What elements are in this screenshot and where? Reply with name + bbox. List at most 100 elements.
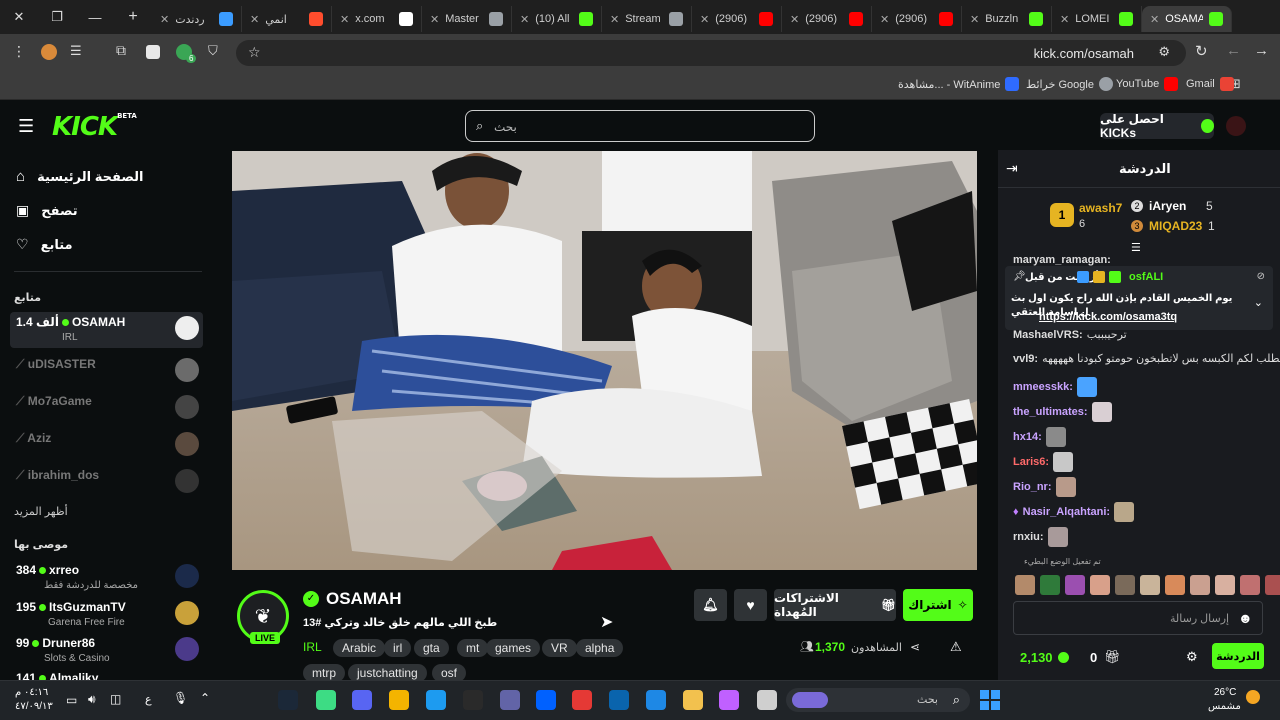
browser-tab[interactable]: ✕ Buzzln — [962, 6, 1052, 32]
emote-icon[interactable] — [1090, 575, 1110, 595]
nav-browse[interactable]: ▣ تصفح — [16, 202, 78, 219]
browser-tab[interactable]: ✕ Stream — [602, 6, 692, 32]
share-icon[interactable]: ⋖ — [910, 640, 920, 654]
search-input[interactable]: ⌕ بحث — [465, 110, 815, 142]
microphone-icon[interactable]: 🎙︎ — [173, 691, 188, 705]
start-button[interactable] — [980, 690, 1000, 710]
emoji-icon[interactable]: ☻ — [1238, 610, 1253, 626]
send-chat-button[interactable]: الدردشة — [1212, 643, 1264, 669]
follow-heart-button[interactable]: ♥ — [734, 589, 767, 621]
minimize-window-icon[interactable]: — — [76, 0, 114, 34]
emote-icon[interactable] — [1240, 575, 1260, 595]
bookmark-gmail[interactable]: Gmail — [1186, 77, 1234, 91]
recommended-item-almaliky[interactable]: 141 Almaliky — [10, 668, 203, 680]
pinned-link[interactable]: https://kick.com/osama3tq — [1039, 311, 1177, 323]
browser-tab[interactable]: ✕ OSAMA — [1142, 6, 1232, 32]
avatar[interactable] — [1226, 116, 1246, 136]
expand-leaderboard-icon[interactable]: ☰ — [1131, 241, 1141, 254]
close-tab-icon[interactable]: ✕ — [430, 13, 439, 26]
app-icon[interactable] — [572, 690, 592, 710]
shield-icon[interactable]: ⛉ — [208, 43, 218, 59]
emote-icon[interactable] — [1165, 575, 1185, 595]
following-item-mo7agame[interactable]: ⟋ Mo7aGame — [10, 391, 203, 427]
outlook-icon[interactable] — [609, 690, 629, 710]
tab-search-icon[interactable]: ☰ — [70, 43, 82, 59]
emote-icon[interactable] — [1040, 575, 1060, 595]
warning-icon[interactable]: ⚠ — [950, 639, 962, 655]
collapse-chat-icon[interactable]: ⇥ — [1006, 160, 1018, 177]
extension-icon[interactable] — [146, 45, 160, 59]
browser-tab[interactable]: ✕ (10) All — [512, 6, 602, 32]
stream-tag[interactable]: Arabic — [333, 639, 386, 657]
emote-icon[interactable] — [1115, 575, 1135, 595]
wifi-icon[interactable]: ◫ — [110, 692, 121, 706]
gift-icon[interactable]: 🎁︎ — [1104, 649, 1121, 665]
browser-tab[interactable]: ✕ (2906) — [692, 6, 782, 32]
notification-bell-button[interactable]: 🔔︎ — [694, 589, 727, 621]
chat-username[interactable]: Laris6: — [1013, 456, 1049, 468]
following-item-ibrahim-dos[interactable]: ⟋ ibrahim_dos — [10, 465, 203, 501]
stream-tag[interactable]: alpha — [576, 639, 624, 657]
stream-tag[interactable]: VR — [542, 639, 577, 657]
close-tab-icon[interactable]: ✕ — [700, 13, 709, 26]
browser-tab[interactable]: ✕ (2906) — [872, 6, 962, 32]
site-settings-icon[interactable]: ⚙ — [1158, 44, 1170, 60]
close-tab-icon[interactable]: ✕ — [520, 13, 529, 26]
video-player[interactable] — [232, 151, 977, 570]
chat-username[interactable]: mmeesskk: — [1013, 381, 1073, 393]
recommended-item-xrreo[interactable]: 384 xrreo مخصصة للدردشة فقط — [10, 560, 203, 596]
gift-subs-button[interactable]: الاشتراكات المُهداة 🎁︎ — [774, 589, 896, 621]
bookmark-star-icon[interactable]: ☆ — [248, 44, 261, 61]
browser-tab[interactable]: ✕ Master — [422, 6, 512, 32]
android-icon[interactable] — [316, 690, 336, 710]
hide-pin-icon[interactable]: ⊘ — [1257, 271, 1265, 282]
file-explorer-icon[interactable] — [683, 690, 703, 710]
forward-icon[interactable]: ← — [1226, 42, 1241, 59]
chat-settings-icon[interactable]: ⚙ — [1186, 649, 1198, 665]
nav-following[interactable]: ♡ متابع — [16, 236, 73, 253]
menu-dots-icon[interactable]: ⋮ — [12, 43, 26, 60]
puzzle-extensions-icon[interactable]: ⧉ — [116, 42, 126, 59]
close-tab-icon[interactable]: ✕ — [790, 13, 799, 26]
close-tab-icon[interactable]: ✕ — [250, 13, 259, 26]
close-tab-icon[interactable]: ✕ — [1060, 13, 1069, 26]
emote-icon[interactable] — [1140, 575, 1160, 595]
copilot-icon[interactable] — [719, 690, 739, 710]
following-item-osamah[interactable]: 1.4 ألف OSAMAH IRL — [10, 312, 203, 348]
browser-tab[interactable]: ✕ x.com — [332, 6, 422, 32]
chat-username[interactable]: vvl9: — [1013, 353, 1038, 365]
address-bar[interactable]: ☆ kick.com/osamah ⚙ — [236, 40, 1186, 66]
close-tab-icon[interactable]: ✕ — [970, 13, 979, 26]
recommended-item-itsguzmantv[interactable]: 195 ItsGuzmanTV Garena Free Fire — [10, 597, 203, 633]
pinned-message[interactable]: 📌︎ أرسلت من قبل osfALI ⊘ يوم الخميس القا… — [1005, 266, 1273, 330]
chat-username[interactable]: Rio_nr: — [1013, 481, 1052, 493]
stream-tag[interactable]: gta — [414, 639, 449, 657]
discord-icon[interactable] — [352, 690, 372, 710]
browser-tab[interactable]: ✕ (2906) — [782, 6, 872, 32]
dropbox-icon[interactable] — [536, 690, 556, 710]
hamburger-menu-icon[interactable]: ☰ — [18, 116, 34, 137]
chat-username[interactable]: Nasir_Alqahtani: — [1023, 506, 1110, 518]
chevron-down-icon[interactable]: ⌄ — [1254, 296, 1263, 309]
chevron-up-icon[interactable]: ⌃ — [200, 691, 210, 705]
emote-icon[interactable] — [1065, 575, 1085, 595]
stream-tag[interactable]: irl — [384, 639, 412, 657]
language-indicator[interactable]: ع — [145, 693, 152, 706]
close-tab-icon[interactable]: ✕ — [610, 13, 619, 26]
epic-games-icon[interactable] — [463, 690, 483, 710]
weather-icon[interactable] — [1246, 690, 1260, 704]
volume-icon[interactable]: 🔊︎ — [88, 692, 96, 707]
close-tab-icon[interactable]: ✕ — [160, 13, 169, 26]
close-window-icon[interactable]: ✕ — [0, 0, 38, 34]
clock-time[interactable]: ٠٤:١٦ م — [15, 687, 48, 698]
bookmark-youtube[interactable]: YouTube — [1116, 77, 1179, 91]
emote-icon[interactable] — [1265, 575, 1280, 595]
clock-date[interactable]: ٤٧/٠٩/١٣ — [15, 701, 53, 712]
get-kicks-button[interactable]: احصل على KICKs — [1100, 112, 1214, 140]
taskbar-search[interactable]: ⌕ بحث — [786, 688, 970, 712]
chat-username[interactable]: rnxiu: — [1013, 531, 1044, 543]
new-tab-button[interactable]: + — [114, 0, 152, 34]
close-tab-icon[interactable]: ✕ — [340, 13, 349, 26]
chat-username[interactable]: MashaelVRS: — [1013, 329, 1083, 341]
emote-icon[interactable] — [1015, 575, 1035, 595]
